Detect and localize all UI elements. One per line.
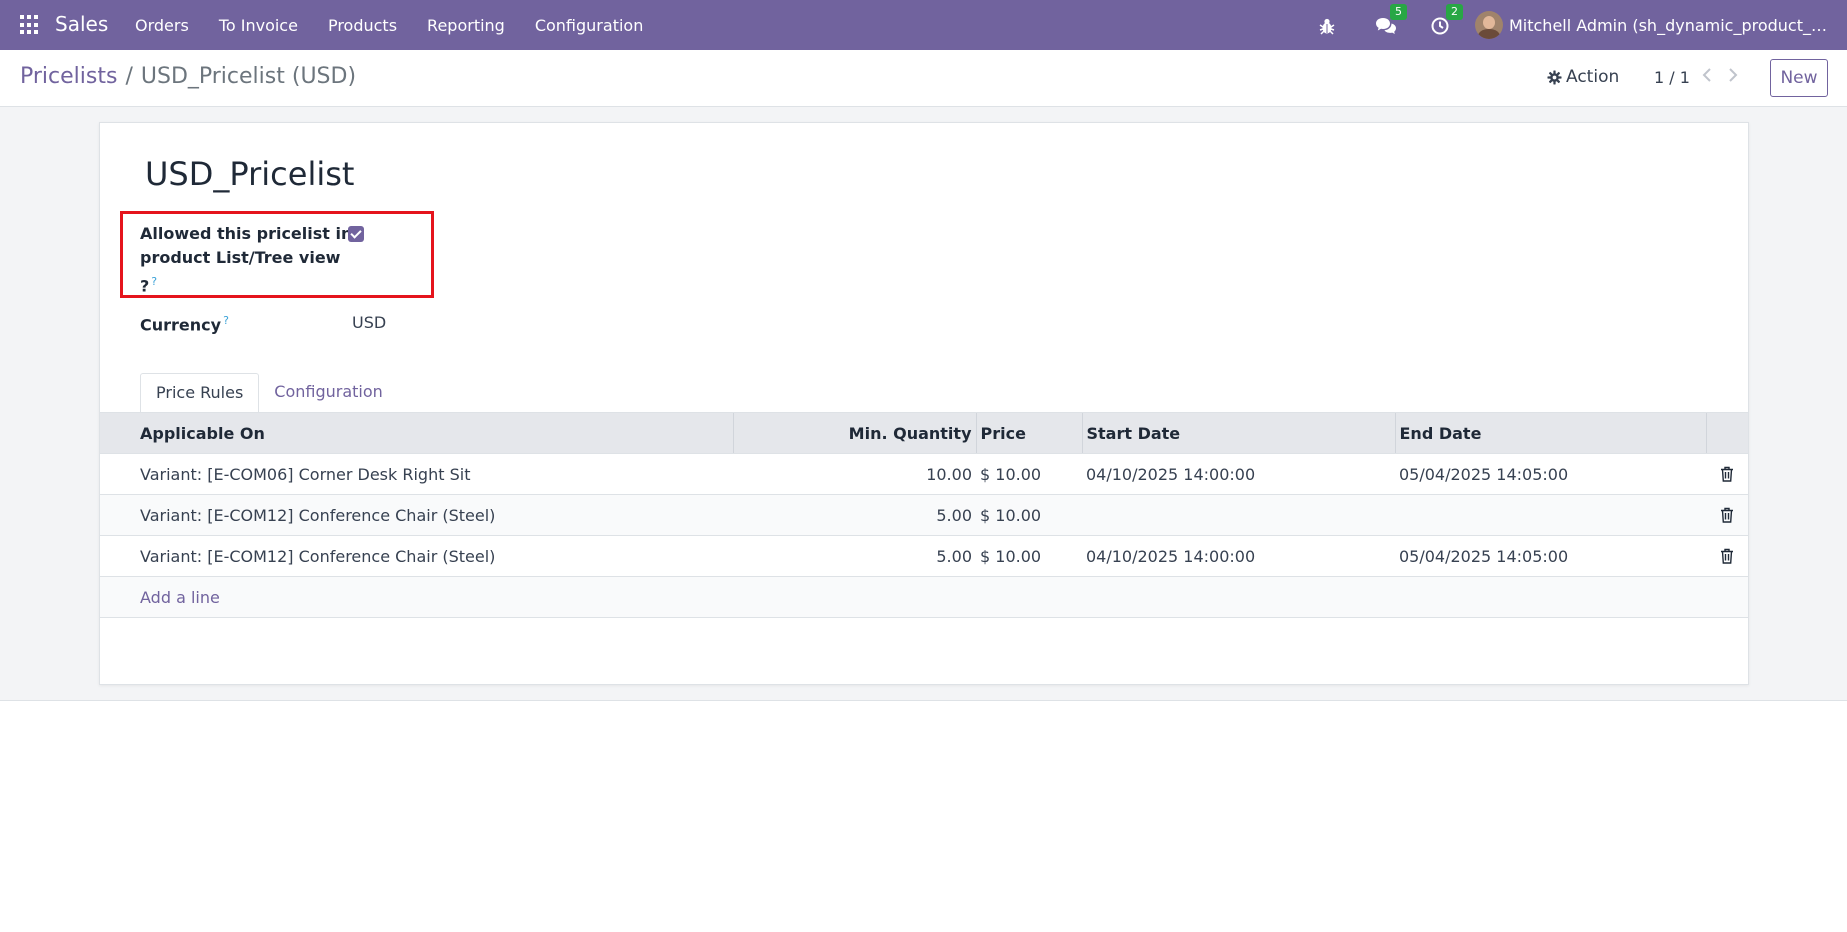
breadcrumb-pricelists-link[interactable]: Pricelists: [20, 64, 117, 89]
cell-applicable-on[interactable]: Variant: [E-COM12] Conference Chair (Ste…: [100, 494, 733, 536]
app-name[interactable]: Sales: [55, 12, 108, 36]
pager-value[interactable]: 1 / 1: [1654, 68, 1690, 87]
allowed-pricelist-label-qmark: ?: [140, 276, 150, 296]
new-record-button[interactable]: New: [1770, 59, 1828, 97]
tab-configuration[interactable]: Configuration: [259, 373, 398, 413]
gear-icon: [1547, 69, 1562, 85]
cell-price[interactable]: $ 10.00: [976, 535, 1082, 577]
main-menu: Orders To Invoice Products Reporting Con…: [135, 16, 673, 35]
add-line-row: Add a line: [100, 576, 1748, 618]
action-menu-label: Action: [1566, 67, 1620, 87]
trash-icon[interactable]: [1720, 507, 1734, 523]
table-row[interactable]: Variant: [E-COM06] Corner Desk Right Sit…: [100, 453, 1748, 495]
user-avatar[interactable]: [1474, 11, 1503, 39]
currency-help-icon[interactable]: ?: [223, 314, 229, 327]
user-menu-name[interactable]: Mitchell Admin (sh_dynamic_product_…: [1509, 16, 1827, 35]
cell-end-date[interactable]: 05/04/2025 14:05:00: [1395, 535, 1706, 577]
control-panel: Pricelists / USD_Pricelist (USD) Action …: [0, 50, 1847, 107]
menu-to-invoice[interactable]: To Invoice: [219, 16, 298, 35]
form-sheet: USD_Pricelist Allowed this pricelist in …: [99, 122, 1749, 685]
cell-end-date[interactable]: 05/04/2025 14:05:00: [1395, 453, 1706, 495]
pager-previous-chevron-icon[interactable]: [1700, 66, 1714, 84]
allowed-pricelist-checkbox[interactable]: [348, 226, 364, 242]
trash-icon[interactable]: [1720, 466, 1734, 482]
header-min-quantity[interactable]: Min. Quantity: [732, 412, 976, 454]
add-line-cell: Add a line: [100, 576, 1748, 618]
price-rules-table: Applicable On Min. Quantity Price Start …: [100, 412, 1748, 618]
cell-delete: [1706, 453, 1748, 495]
messages-count-badge: 5: [1389, 4, 1407, 20]
allowed-pricelist-label: Allowed this pricelist in product List/T…: [140, 222, 352, 298]
tab-price-rules[interactable]: Price Rules: [140, 373, 260, 413]
cell-applicable-on[interactable]: Variant: [E-COM12] Conference Chair (Ste…: [100, 535, 733, 577]
activities-clock-icon[interactable]: 2: [1431, 4, 1463, 36]
header-applicable-on[interactable]: Applicable On: [100, 412, 733, 454]
menu-orders[interactable]: Orders: [135, 16, 189, 35]
table-header-row: Applicable On Min. Quantity Price Start …: [100, 412, 1748, 454]
cell-price[interactable]: $ 10.00: [976, 453, 1082, 495]
add-a-line-link[interactable]: Add a line: [140, 588, 220, 607]
breadcrumb-current: USD_Pricelist (USD): [140, 64, 357, 89]
header-price[interactable]: Price: [975, 412, 1082, 454]
currency-label: Currency?: [140, 309, 229, 337]
action-menu-button[interactable]: Action: [1547, 67, 1619, 87]
menu-reporting[interactable]: Reporting: [427, 16, 505, 35]
table-row[interactable]: Variant: [E-COM12] Conference Chair (Ste…: [100, 535, 1748, 577]
cell-min-quantity[interactable]: 5.00: [733, 535, 976, 577]
cell-delete: [1706, 535, 1748, 577]
allowed-pricelist-label-line2: product List/Tree view: [140, 248, 341, 267]
cell-end-date[interactable]: [1395, 494, 1706, 536]
allowed-pricelist-label-line3: ??: [140, 270, 352, 298]
breadcrumb: Pricelists / USD_Pricelist (USD): [20, 64, 356, 89]
debug-bug-icon[interactable]: [1319, 14, 1341, 36]
allowed-pricelist-help-icon[interactable]: ?: [151, 275, 157, 288]
currency-label-text: Currency: [140, 315, 222, 335]
cell-start-date[interactable]: 04/10/2025 14:00:00: [1082, 535, 1395, 577]
record-title[interactable]: USD_Pricelist: [145, 155, 354, 193]
allowed-pricelist-label-line1: Allowed this pricelist in: [140, 224, 353, 243]
cell-delete: [1706, 494, 1748, 536]
menu-configuration[interactable]: Configuration: [535, 16, 644, 35]
cell-price[interactable]: $ 10.00: [976, 494, 1082, 536]
menu-products[interactable]: Products: [328, 16, 397, 35]
header-actions: [1705, 412, 1748, 454]
notebook-tabs: Price Rules Configuration: [140, 373, 398, 413]
pager-next-chevron-icon[interactable]: [1726, 66, 1740, 84]
currency-value[interactable]: USD: [352, 313, 386, 332]
cell-start-date[interactable]: [1082, 494, 1395, 536]
apps-menu-icon[interactable]: [20, 15, 40, 35]
cell-min-quantity[interactable]: 10.00: [733, 453, 976, 495]
cell-applicable-on[interactable]: Variant: [E-COM06] Corner Desk Right Sit: [100, 453, 733, 495]
cell-min-quantity[interactable]: 5.00: [733, 494, 976, 536]
form-view-background: USD_Pricelist Allowed this pricelist in …: [0, 107, 1847, 701]
header-end-date[interactable]: End Date: [1394, 412, 1706, 454]
activities-count-badge: 2: [1445, 4, 1463, 20]
navbar-systray: 5 2 Mitchell Admin (sh_dynamic_product_…: [1285, 0, 1827, 50]
top-navbar: Sales Orders To Invoice Products Reporti…: [0, 0, 1847, 50]
header-start-date[interactable]: Start Date: [1081, 412, 1395, 454]
breadcrumb-separator: /: [125, 64, 133, 89]
messages-chat-icon[interactable]: 5: [1375, 4, 1407, 36]
table-row[interactable]: Variant: [E-COM12] Conference Chair (Ste…: [100, 494, 1748, 536]
cell-start-date[interactable]: 04/10/2025 14:00:00: [1082, 453, 1395, 495]
trash-icon[interactable]: [1720, 548, 1734, 564]
